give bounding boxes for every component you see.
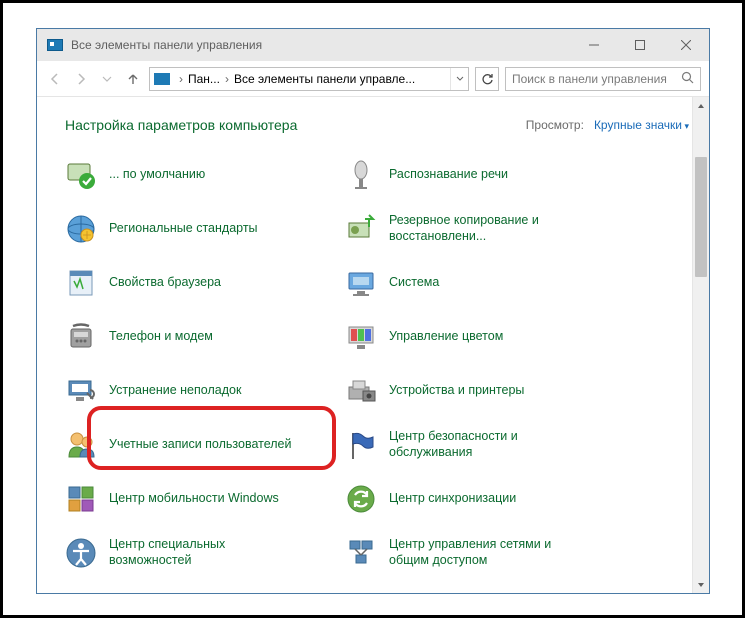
item-backup[interactable]: Резервное копирование и восстановлени... (345, 209, 603, 249)
item-power-options[interactable]: Электропитание (345, 587, 603, 593)
item-label: ... по умолчанию (109, 167, 205, 183)
item-color-management[interactable]: Управление цветом (345, 317, 603, 357)
internet-options-icon (65, 267, 97, 299)
item-sync-center[interactable]: Центр синхронизации (345, 479, 603, 519)
scroll-thumb[interactable] (695, 157, 707, 277)
item-region[interactable]: Региональные стандарты (65, 209, 323, 249)
item-label: Резервное копирование и восстановлени... (389, 213, 589, 244)
control-panel-icon (47, 39, 63, 51)
item-label: Региональные стандарты (109, 221, 258, 237)
item-default-programs[interactable]: ... по умолчанию (65, 155, 323, 195)
mobility-icon (65, 483, 97, 515)
item-devices-printers[interactable]: Устройства и принтеры (345, 371, 603, 411)
system-icon (345, 267, 377, 299)
window-title: Все элементы панели управления (71, 38, 571, 52)
chevron-right-icon[interactable]: › (220, 72, 234, 86)
page-title: Настройка параметров компьютера (65, 117, 297, 133)
item-label: Система (389, 275, 439, 291)
backup-icon (345, 213, 377, 245)
item-network-sharing[interactable]: Центр управления сетями и общим доступом (345, 533, 603, 573)
item-user-accounts[interactable]: Учетные записи пользователей (65, 425, 323, 465)
recent-dropdown[interactable] (97, 69, 117, 89)
control-panel-icon (154, 73, 170, 85)
troubleshoot-icon (65, 375, 97, 407)
scroll-down-button[interactable] (693, 576, 709, 593)
item-system[interactable]: Система (345, 263, 603, 303)
item-ease-of-access[interactable]: Центр специальных возможностей (65, 533, 323, 573)
item-label: Центр безопасности и обслуживания (389, 429, 589, 460)
power-icon (345, 591, 377, 593)
item-fonts[interactable]: A Шрифты (65, 587, 323, 593)
phone-icon (65, 321, 97, 353)
address-bar[interactable]: › Пан... › Все элементы панели управле..… (149, 67, 469, 91)
item-label: Распознавание речи (389, 167, 508, 183)
network-icon (345, 537, 377, 569)
search-input[interactable]: Поиск в панели управления (505, 67, 701, 91)
content-area: Настройка параметров компьютера Просмотр… (37, 97, 709, 593)
breadcrumb-segment[interactable]: Все элементы панели управле... (234, 72, 415, 86)
item-label: Свойства браузера (109, 275, 221, 291)
mic-icon (345, 159, 377, 191)
item-troubleshooting[interactable]: Устранение неполадок (65, 371, 323, 411)
item-speech[interactable]: Распознавание речи (345, 155, 603, 195)
maximize-button[interactable] (617, 29, 663, 61)
item-label: Центр мобильности Windows (109, 491, 279, 507)
fonts-icon: A (65, 591, 97, 593)
breadcrumb-segment[interactable]: Пан... (188, 72, 220, 86)
item-label: Устройства и принтеры (389, 383, 524, 399)
item-label: Центр специальных возможностей (109, 537, 309, 568)
vertical-scrollbar[interactable] (692, 97, 709, 593)
color-icon (345, 321, 377, 353)
item-label: Управление цветом (389, 329, 503, 345)
devices-icon (345, 375, 377, 407)
users-icon (65, 429, 97, 461)
up-button[interactable] (123, 69, 143, 89)
back-button[interactable] (45, 69, 65, 89)
sync-icon (345, 483, 377, 515)
chevron-right-icon[interactable]: › (174, 72, 188, 86)
item-label: Телефон и модем (109, 329, 213, 345)
view-by-label: Просмотр: (526, 118, 584, 132)
close-button[interactable] (663, 29, 709, 61)
item-label: Центр синхронизации (389, 491, 516, 507)
default-programs-icon (65, 159, 97, 191)
item-security-maintenance[interactable]: Центр безопасности и обслуживания (345, 425, 603, 465)
item-label: Учетные записи пользователей (109, 437, 292, 453)
accessibility-icon (65, 537, 97, 569)
navigation-toolbar: › Пан... › Все элементы панели управле..… (37, 61, 709, 97)
item-label: Устранение неполадок (109, 383, 241, 399)
item-phone-modem[interactable]: Телефон и модем (65, 317, 323, 357)
refresh-button[interactable] (475, 67, 499, 91)
search-icon (681, 71, 694, 87)
control-panel-window: Все элементы панели управления › Пан... … (36, 28, 710, 594)
flag-icon (345, 429, 377, 461)
view-by-dropdown[interactable]: Крупные значки (594, 118, 689, 132)
item-internet-options[interactable]: Свойства браузера (65, 263, 323, 303)
search-placeholder: Поиск в панели управления (512, 72, 667, 86)
item-mobility-center[interactable]: Центр мобильности Windows (65, 479, 323, 519)
forward-button[interactable] (71, 69, 91, 89)
minimize-button[interactable] (571, 29, 617, 61)
items-grid: ... по умолчанию Распознавание речи Реги… (65, 155, 689, 593)
globe-icon (65, 213, 97, 245)
item-label: Центр управления сетями и общим доступом (389, 537, 589, 568)
titlebar[interactable]: Все элементы панели управления (37, 29, 709, 61)
address-dropdown[interactable] (450, 68, 468, 90)
scroll-up-button[interactable] (693, 97, 709, 114)
